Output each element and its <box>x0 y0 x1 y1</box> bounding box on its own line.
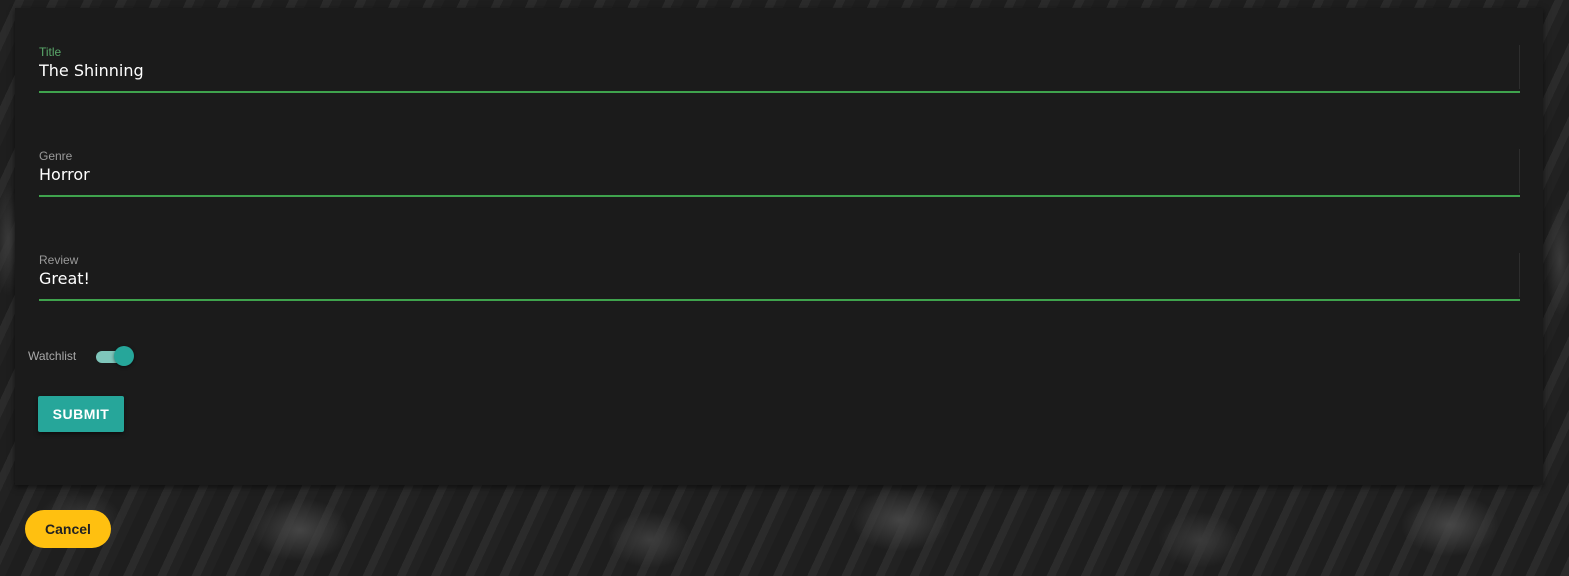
title-input[interactable] <box>39 59 1499 81</box>
watchlist-toggle[interactable] <box>96 346 136 366</box>
genre-field: Genre <box>39 149 1520 197</box>
cancel-button[interactable]: Cancel <box>25 510 111 548</box>
genre-label: Genre <box>39 149 73 163</box>
genre-input[interactable] <box>39 163 1499 185</box>
movie-form-panel: Title Genre Review Watchlist SUBMIT <box>15 8 1543 485</box>
title-field: Title <box>39 45 1520 93</box>
review-input[interactable] <box>39 267 1499 289</box>
review-field: Review <box>39 253 1520 301</box>
watchlist-label: Watchlist <box>28 349 77 363</box>
toggle-thumb <box>114 346 134 366</box>
submit-button[interactable]: SUBMIT <box>38 396 124 432</box>
watchlist-row: Watchlist <box>28 346 228 366</box>
title-label: Title <box>39 45 62 59</box>
review-label: Review <box>39 253 79 267</box>
